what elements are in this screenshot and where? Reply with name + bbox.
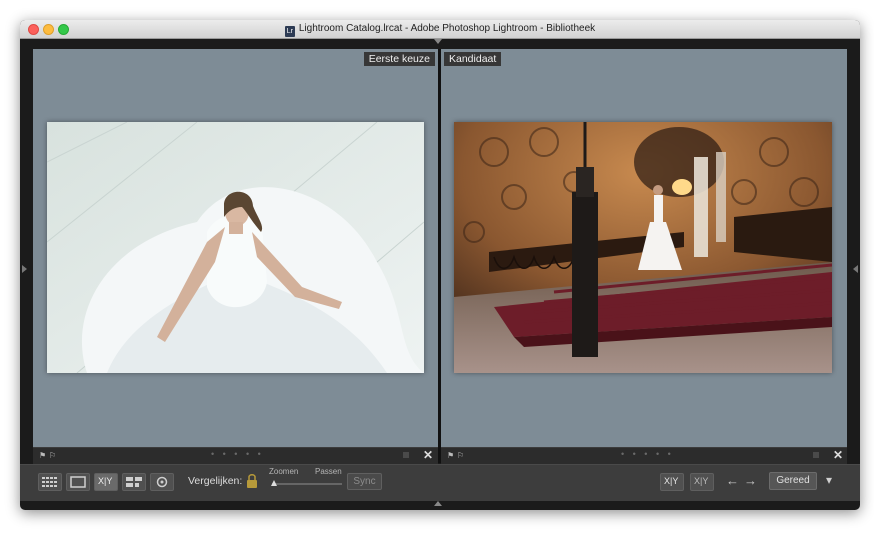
pick-flag-icon[interactable]: ⚑ (447, 451, 454, 460)
toolbar-menu-chevron-icon[interactable]: ▾ (826, 473, 832, 487)
compare-view-icon: X|Y (98, 476, 113, 486)
swap-button[interactable]: X|Y (660, 473, 684, 491)
next-arrow-icon[interactable]: → (744, 473, 757, 488)
close-select-button[interactable]: ✕ (423, 448, 433, 462)
select-photo[interactable] (47, 122, 424, 373)
right-panel-toggle-icon[interactable] (853, 265, 858, 273)
pick-flag-icon[interactable]: ⚑ (39, 451, 46, 460)
close-candidate-button[interactable]: ✕ (833, 448, 843, 462)
done-button[interactable]: Gereed (769, 472, 817, 490)
loupe-view-button[interactable] (66, 473, 90, 491)
make-select-button[interactable]: X|Y (690, 473, 714, 491)
survey-view-icon (126, 477, 142, 487)
people-view-icon (156, 476, 168, 488)
grid-view-icon (42, 477, 57, 487)
bride-white-dress-image (47, 122, 424, 373)
lightroom-app-icon: Lr (284, 26, 295, 37)
zoom-label: Zoomen (269, 467, 299, 476)
window-title-container: Lr Lightroom Catalog.lrcat - Adobe Photos… (20, 23, 860, 37)
fit-label: Passen (315, 467, 342, 476)
rating-dots[interactable]: • • • • • (621, 449, 674, 459)
people-view-button[interactable] (150, 473, 174, 491)
grid-view-button[interactable] (38, 473, 62, 491)
window-title: Lightroom Catalog.lrcat - Adobe Photosho… (298, 23, 596, 34)
candidate-compare-panel[interactable]: Kandidaat (441, 49, 847, 447)
reject-flag-icon[interactable]: ⚐ (49, 451, 56, 460)
select-compare-panel[interactable]: Eerste keuze (33, 49, 438, 447)
previous-arrow-icon[interactable]: ← (726, 473, 739, 488)
candidate-panel-footer: ⚑ ⚐ • • • • • ✕ (441, 447, 847, 464)
select-label: Eerste keuze (363, 52, 435, 66)
bottom-toolbar: X|Y Vergelijken: Zoomen Passen Sync X|Y … (20, 464, 860, 501)
sync-button[interactable]: Sync (347, 473, 382, 490)
candidate-label: Kandidaat (444, 52, 502, 66)
color-label-icon[interactable] (813, 452, 819, 458)
rating-dots[interactable]: • • • • • (211, 449, 264, 459)
select-panel-footer: ⚑ ⚐ • • • • • ✕ (33, 447, 438, 464)
lock-icon[interactable] (246, 473, 258, 489)
bride-staircase-image (454, 122, 832, 373)
left-panel-toggle-icon[interactable] (22, 265, 27, 273)
title-bar: Lr Lightroom Catalog.lrcat - Adobe Photos… (20, 20, 860, 39)
compare-label: Vergelijken: (188, 475, 243, 487)
color-label-icon[interactable] (403, 452, 409, 458)
candidate-photo[interactable] (454, 122, 832, 373)
zoom-slider-knob[interactable] (271, 480, 277, 486)
lightroom-window: Lr Lightroom Catalog.lrcat - Adobe Photos… (20, 20, 860, 510)
swap-icon: X|Y (664, 476, 679, 486)
filmstrip-toggle-icon[interactable] (434, 501, 442, 506)
survey-view-button[interactable] (122, 473, 146, 491)
top-panel-toggle-icon[interactable] (434, 39, 442, 44)
loupe-view-icon (70, 476, 86, 488)
zoom-slider-track[interactable] (272, 483, 342, 485)
compare-view-button[interactable]: X|Y (94, 473, 118, 491)
reject-flag-icon[interactable]: ⚐ (457, 451, 464, 460)
make-select-icon: X|Y (694, 476, 709, 486)
